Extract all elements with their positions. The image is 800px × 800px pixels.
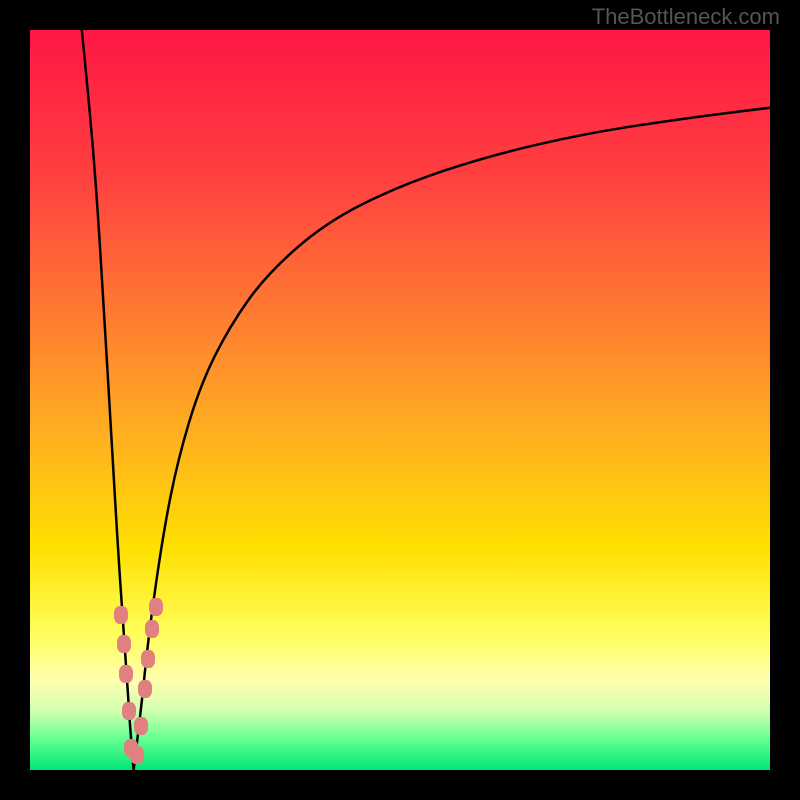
data-marker <box>130 746 144 764</box>
data-marker <box>145 620 159 638</box>
data-marker <box>141 650 155 668</box>
watermark-text: TheBottleneck.com <box>592 4 780 30</box>
data-marker <box>138 680 152 698</box>
data-marker <box>134 717 148 735</box>
data-marker <box>149 598 163 616</box>
right-ascent-curve <box>134 108 770 770</box>
plot-area <box>30 30 770 770</box>
data-marker <box>119 665 133 683</box>
data-marker <box>114 606 128 624</box>
data-marker <box>122 702 136 720</box>
left-descent-curve <box>82 30 134 770</box>
data-marker <box>117 635 131 653</box>
